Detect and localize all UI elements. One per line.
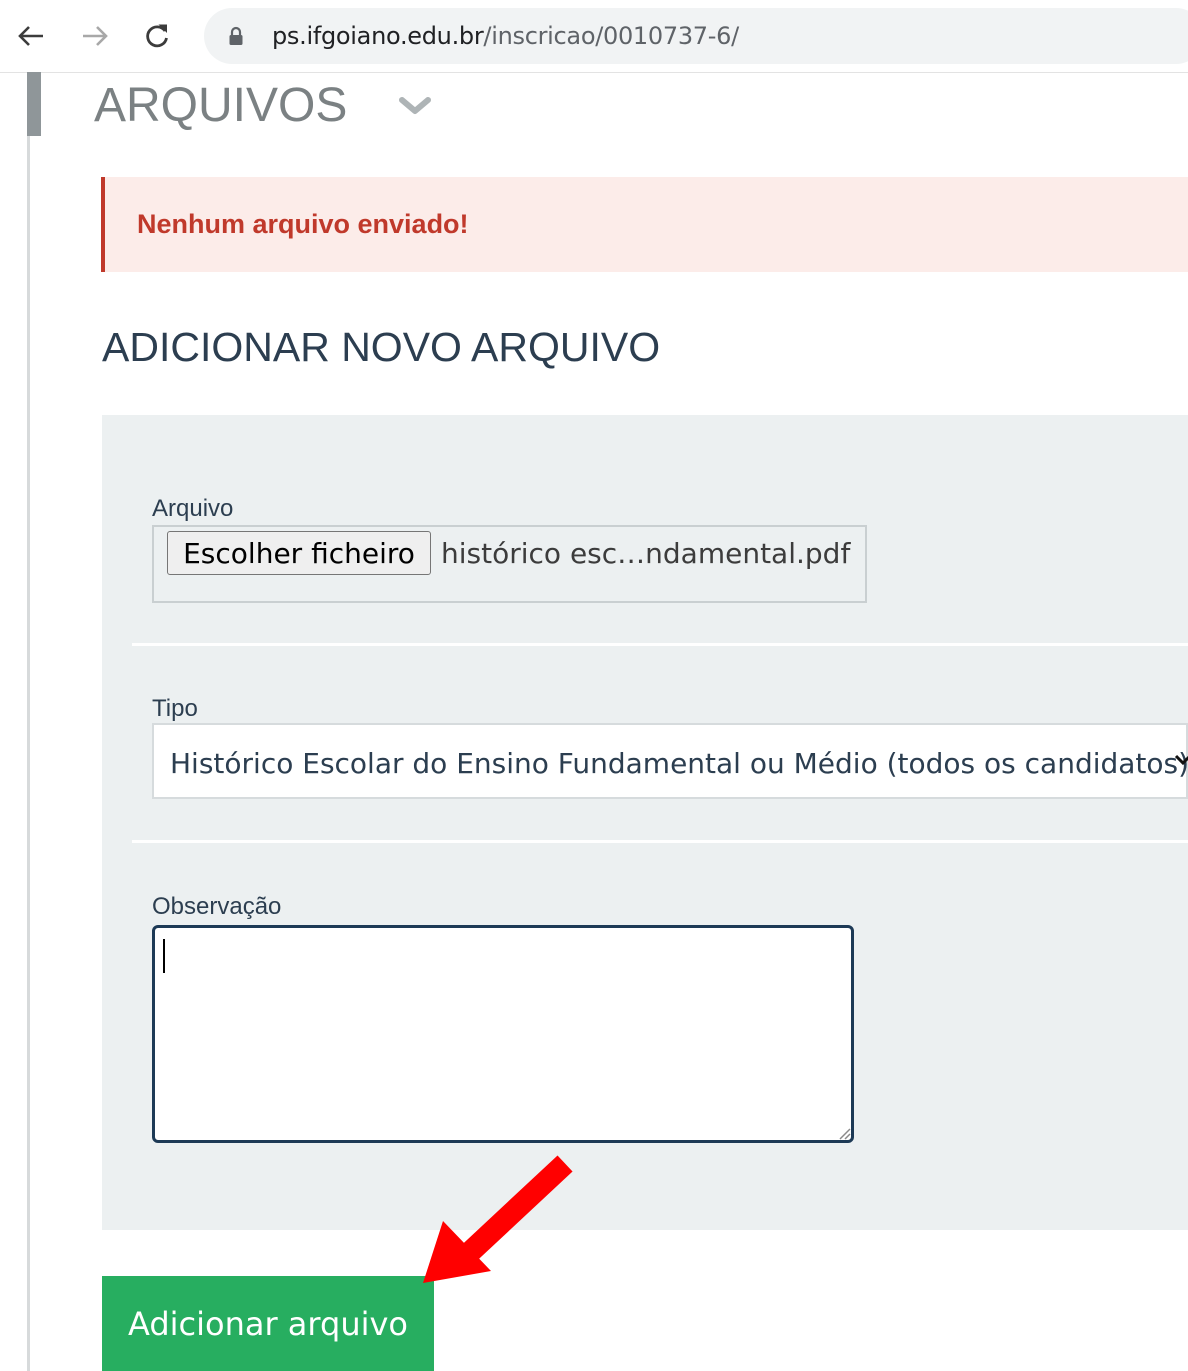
- back-arrow-icon[interactable]: [16, 18, 46, 54]
- note-label: Observação: [152, 893, 282, 920]
- field-divider: [132, 840, 1188, 843]
- type-select-value: Histórico Escolar do Ensino Fundamental …: [170, 747, 1188, 780]
- field-divider: [132, 643, 1188, 646]
- file-input[interactable]: Escolher ficheiro histórico esc…ndamenta…: [152, 525, 867, 603]
- choose-file-button[interactable]: Escolher ficheiro: [167, 531, 431, 575]
- note-textarea[interactable]: [152, 925, 854, 1143]
- section-rule: [27, 136, 30, 1371]
- select-chevron-icon: [1174, 754, 1188, 766]
- reload-icon[interactable]: [142, 18, 172, 54]
- url-path: /inscricao/0010737-6/: [483, 22, 739, 50]
- alert-box: Nenhum arquivo enviado!: [101, 177, 1188, 272]
- add-file-title: ADICIONAR NOVO ARQUIVO: [102, 324, 661, 370]
- add-file-form: Arquivo Escolher ficheiro histórico esc……: [102, 415, 1188, 1230]
- chevron-down-icon[interactable]: [398, 96, 432, 116]
- type-label: Tipo: [152, 695, 198, 722]
- lock-icon: [229, 26, 243, 45]
- file-label: Arquivo: [152, 495, 234, 522]
- address-bar[interactable]: ps.ifgoiano.edu.br/inscricao/0010737-6/: [204, 8, 1188, 64]
- section-rail: [27, 72, 41, 136]
- red-arrow-icon: [423, 1155, 573, 1283]
- selected-file-name: histórico esc…ndamental.pdf: [441, 537, 851, 570]
- forward-arrow-icon[interactable]: [80, 18, 110, 54]
- alert-message: Nenhum arquivo enviado!: [137, 209, 469, 239]
- type-select[interactable]: Histórico Escolar do Ensino Fundamental …: [152, 723, 1188, 799]
- url-host: ps.ifgoiano.edu.br: [272, 22, 484, 50]
- section-title[interactable]: ARQUIVOS: [94, 78, 347, 133]
- browser-toolbar: ps.ifgoiano.edu.br/inscricao/0010737-6/: [0, 0, 1188, 73]
- url-text: ps.ifgoiano.edu.br/inscricao/0010737-6/: [272, 22, 739, 50]
- add-file-button[interactable]: Adicionar arquivo: [102, 1276, 434, 1371]
